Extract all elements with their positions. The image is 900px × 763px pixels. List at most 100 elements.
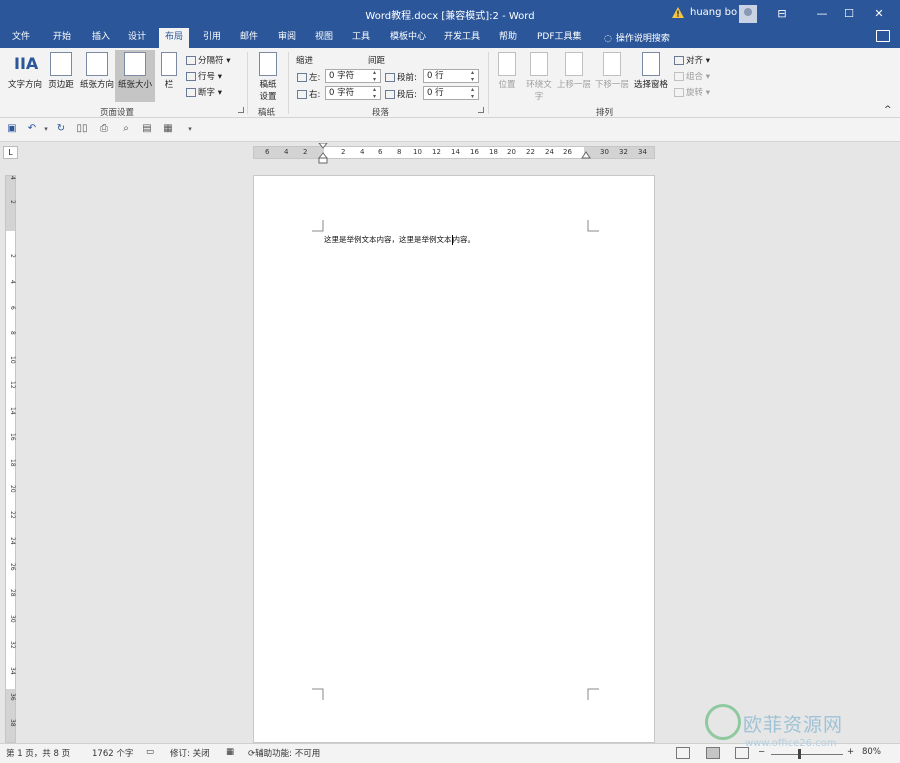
- tab-insert[interactable]: 插入: [86, 28, 116, 48]
- zoom-slider-handle[interactable]: [798, 749, 801, 759]
- paragraph-launcher-icon[interactable]: [478, 107, 484, 113]
- vertical-scrollbar[interactable]: [888, 143, 900, 743]
- bring-forward-button[interactable]: 上移一层: [556, 52, 592, 90]
- two-pages-icon[interactable]: ▯▯: [76, 123, 88, 135]
- page-count[interactable]: 第 1 页，共 8 页: [6, 747, 70, 759]
- selection-pane-icon: [642, 52, 660, 76]
- position-button[interactable]: 位置: [494, 52, 520, 90]
- align-icon: [674, 56, 684, 65]
- document-page[interactable]: 这里是举例文本内容，这里是举例文本内容。: [253, 175, 655, 743]
- crop-mark: [587, 688, 599, 700]
- warning-icon[interactable]: [672, 7, 684, 18]
- close-icon[interactable]: ✕: [868, 4, 890, 24]
- track-changes-status[interactable]: 修订: 关闭: [170, 747, 210, 759]
- ribbon-display-options-icon[interactable]: ⊟: [771, 4, 793, 24]
- collapse-ribbon-icon[interactable]: ^: [884, 105, 892, 115]
- orientation-button[interactable]: 纸张方向: [78, 52, 116, 90]
- spacing-after-input[interactable]: 0 行: [423, 86, 479, 100]
- tab-templates[interactable]: 模板中心: [384, 28, 432, 48]
- tab-design[interactable]: 设计: [122, 28, 152, 48]
- hyphenation-button[interactable]: 断字 ▾: [186, 86, 222, 98]
- breaks-button[interactable]: 分隔符 ▾: [186, 54, 230, 66]
- zoom-in-button[interactable]: +: [847, 747, 854, 757]
- tab-view[interactable]: 视图: [309, 28, 339, 48]
- web-layout-button[interactable]: [735, 747, 749, 759]
- indent-right-label: 右:: [297, 88, 320, 100]
- paper-size-button[interactable]: 纸张大小: [115, 50, 155, 102]
- tab-pdf-tools[interactable]: PDF工具集: [531, 28, 588, 48]
- align-button[interactable]: 对齐 ▾: [674, 54, 710, 66]
- rotate-button[interactable]: 旋转 ▾: [674, 86, 710, 98]
- comments-icon[interactable]: [876, 30, 890, 42]
- tell-me-search[interactable]: ◌ 操作说明搜索: [600, 31, 670, 44]
- margins-button[interactable]: 页边距: [46, 52, 76, 90]
- send-backward-button[interactable]: 下移一层: [594, 52, 630, 90]
- vertical-ruler[interactable]: 4 2 2 4 6 8 10 12 14 16 18 20 22 24 26 2…: [5, 175, 16, 743]
- ruler-tick: 10: [9, 356, 16, 364]
- spacing-after-icon: [385, 90, 395, 99]
- spacing-before-input[interactable]: 0 行: [423, 69, 479, 83]
- ruler-tick: 20: [9, 485, 16, 493]
- text-direction-icon: IIA: [14, 54, 39, 73]
- zoom-level[interactable]: 80%: [862, 747, 881, 757]
- macro-icon[interactable]: ▦: [226, 747, 234, 757]
- undo-icon[interactable]: ↶: [26, 123, 38, 135]
- tab-home[interactable]: 开始: [47, 28, 77, 48]
- save-icon[interactable]: ▣: [6, 123, 18, 135]
- zoom-out-button[interactable]: −: [758, 747, 765, 757]
- text-direction-button[interactable]: IIA 文字方向: [6, 52, 44, 90]
- group-objects-button[interactable]: 组合 ▾: [674, 70, 710, 82]
- proofing-icon[interactable]: ▭: [146, 747, 154, 757]
- tab-references[interactable]: 引用: [197, 28, 227, 48]
- wrap-text-button[interactable]: 环绕文 字: [524, 52, 554, 102]
- page-setup-launcher-icon[interactable]: [238, 107, 244, 113]
- breaks-icon: [186, 56, 196, 65]
- tab-layout[interactable]: 布局: [159, 28, 190, 48]
- ruler-tick: 14: [451, 148, 460, 156]
- print-preview-icon[interactable]: ⌕: [120, 123, 132, 135]
- spacing-before-icon: [385, 73, 395, 82]
- spacing-label: 间距: [368, 56, 386, 66]
- redo-icon[interactable]: ↻: [55, 123, 67, 135]
- clipboard-icon[interactable]: ▤: [141, 123, 153, 135]
- ruler-tick: 10: [413, 148, 422, 156]
- minimize-icon[interactable]: —: [811, 4, 833, 24]
- tab-help[interactable]: 帮助: [493, 28, 523, 48]
- zoom-slider[interactable]: [771, 754, 843, 755]
- accessibility-status[interactable]: ⟳辅助功能: 不可用: [248, 747, 320, 759]
- tab-mailings[interactable]: 邮件: [234, 28, 264, 48]
- print-icon[interactable]: ⎙: [98, 123, 110, 135]
- print-layout-button[interactable]: [706, 747, 720, 759]
- read-mode-button[interactable]: [676, 747, 690, 759]
- bring-forward-icon: [565, 52, 583, 76]
- ruler-tick: 22: [526, 148, 535, 156]
- tab-developer[interactable]: 开发工具: [438, 28, 486, 48]
- indent-right-input[interactable]: 0 字符: [325, 86, 381, 100]
- ruler-tick: 30: [9, 615, 16, 623]
- tab-selector[interactable]: L: [3, 146, 18, 159]
- maximize-icon[interactable]: ☐: [838, 4, 860, 24]
- draft-settings-button[interactable]: 稿纸 设置: [254, 52, 282, 102]
- customize-toolbar-icon[interactable]: ▾: [184, 123, 196, 135]
- layout-icon[interactable]: ▦: [162, 123, 174, 135]
- tab-file[interactable]: 文件: [6, 28, 36, 48]
- ruler-tick: 16: [470, 148, 479, 156]
- group-separator: [247, 52, 248, 114]
- ruler-tick: 12: [432, 148, 441, 156]
- wrap-text-icon: [530, 52, 548, 76]
- horizontal-ruler[interactable]: 6 4 2 2 4 6 8 10 12 14 16 18 20 22 24 26…: [253, 146, 655, 159]
- line-numbers-button[interactable]: 行号 ▾: [186, 70, 222, 82]
- undo-dropdown-icon[interactable]: ▾: [40, 123, 52, 135]
- indent-marker-icon[interactable]: [318, 143, 328, 164]
- document-body-text[interactable]: 这里是举例文本内容，这里是举例文本内容。: [324, 234, 475, 245]
- user-avatar[interactable]: [739, 5, 757, 23]
- user-name[interactable]: huang bo: [690, 7, 737, 18]
- tab-review[interactable]: 审阅: [272, 28, 302, 48]
- right-indent-marker-icon[interactable]: [581, 151, 591, 159]
- selection-pane-button[interactable]: 选择窗格: [632, 52, 670, 90]
- ruler-tick: 24: [9, 537, 16, 545]
- indent-left-input[interactable]: 0 字符: [325, 69, 381, 83]
- tab-tools[interactable]: 工具: [346, 28, 376, 48]
- word-count[interactable]: 1762 个字: [92, 747, 133, 759]
- columns-button[interactable]: 栏: [158, 52, 180, 90]
